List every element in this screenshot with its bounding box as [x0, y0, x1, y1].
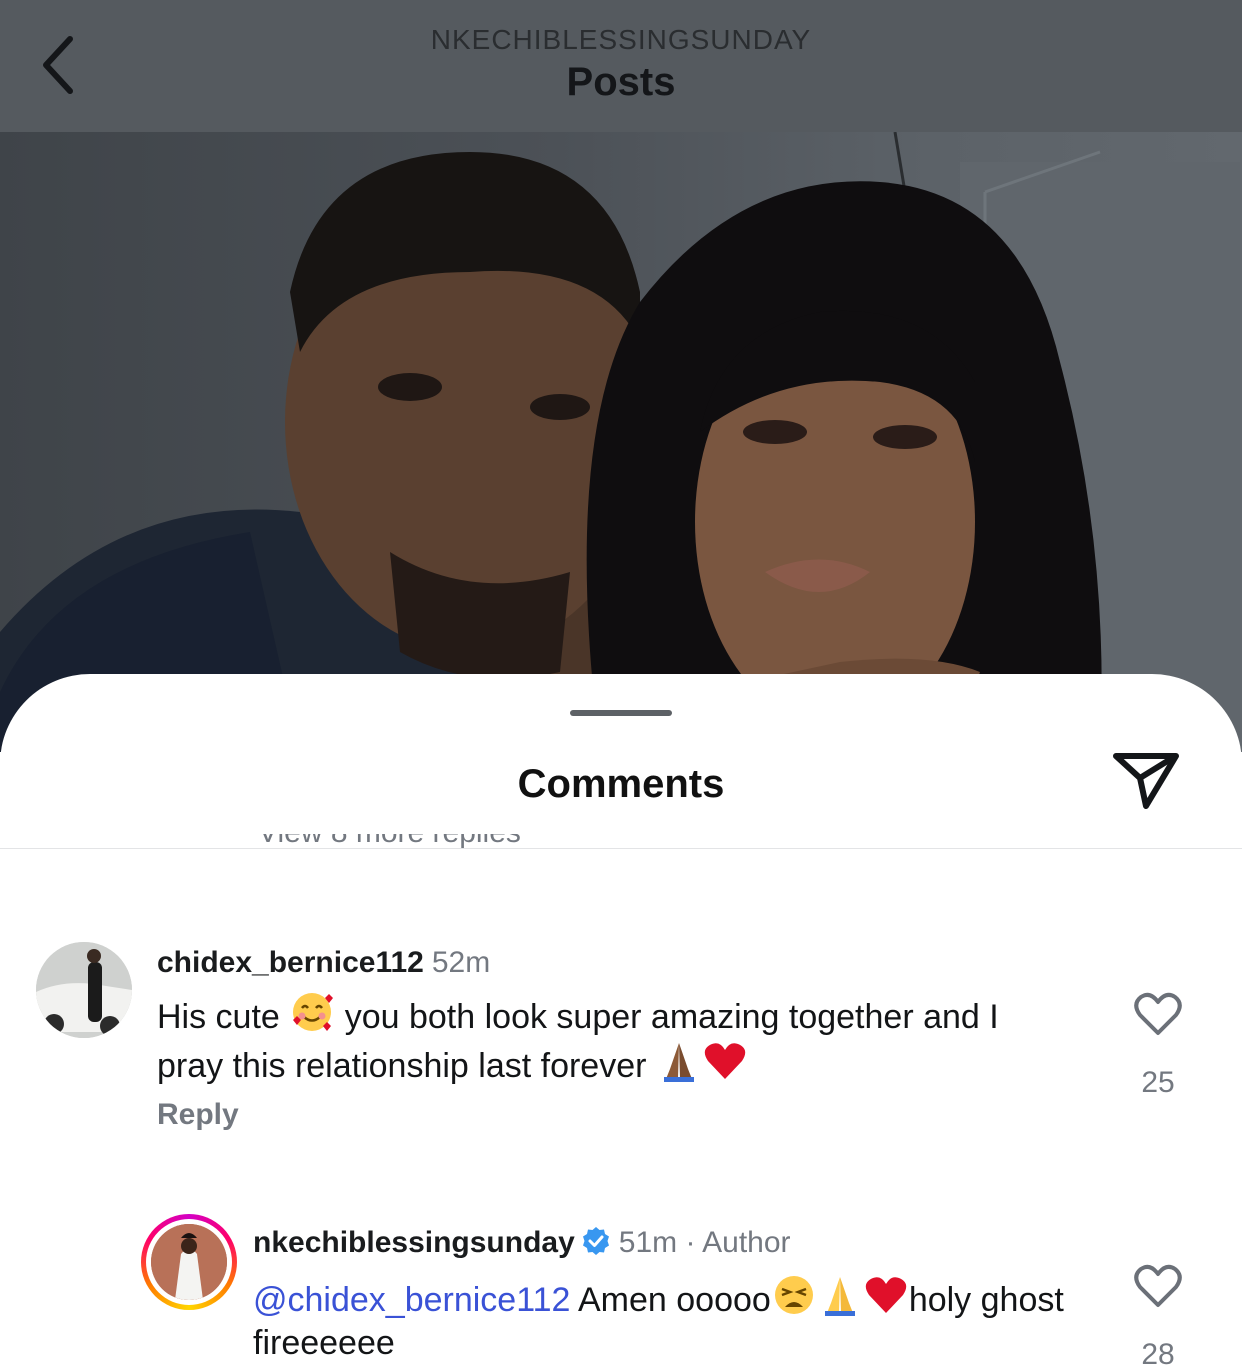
like-count: 25 — [1141, 1066, 1175, 1099]
avatar[interactable] — [36, 942, 132, 1038]
mention-link[interactable]: @chidex_bernice112 — [253, 1281, 570, 1319]
view-more-replies-text: View 8 more replies — [258, 834, 521, 848]
page-title: Posts — [566, 60, 676, 104]
comment-item: chidex_bernice112 52m His cute you both l… — [0, 930, 1242, 1150]
comments-title: Comments — [517, 762, 725, 806]
comment-reply-item: nkechiblessingsunday 51m · Author @chide… — [0, 1210, 1242, 1370]
sheet-divider — [0, 848, 1242, 849]
top-navigation-bar: NKECHIBLESSINGSUNDAY Posts — [0, 0, 1242, 132]
author-badge: Author — [702, 1226, 791, 1259]
folded-hands-icon — [663, 1043, 694, 1082]
share-send-icon — [1113, 753, 1179, 809]
share-button[interactable] — [1108, 748, 1184, 814]
comment-text: @chidex_bernice112 Amen ooooo holy ghost… — [253, 1273, 1083, 1365]
like-count: 28 — [1141, 1338, 1175, 1370]
post-photo-illustration — [0, 132, 1240, 752]
avatar-image — [36, 942, 132, 1038]
folded-hands-icon — [824, 1277, 855, 1316]
comment-text-part1: Amen ooooo — [570, 1281, 771, 1319]
comment-header: nkechiblessingsunday 51m · Author — [253, 1226, 791, 1260]
like-button[interactable] — [1132, 990, 1184, 1038]
weary-face-icon — [774, 1276, 813, 1314]
heart-outline-icon — [1134, 992, 1182, 1035]
comment-header: chidex_bernice112 52m — [157, 946, 490, 980]
view-more-replies-clipped[interactable]: View 8 more replies — [0, 834, 1242, 848]
like-button[interactable] — [1132, 1262, 1184, 1310]
avatar-story-ring[interactable] — [141, 1214, 237, 1310]
reply-button[interactable]: Reply — [157, 1098, 239, 1132]
avatar-image — [151, 1224, 227, 1300]
verified-badge-icon — [582, 1227, 609, 1255]
sheet-drag-handle[interactable] — [570, 710, 672, 716]
heart-outline-icon — [1134, 1264, 1182, 1307]
smiling-face-with-hearts-icon — [293, 993, 334, 1031]
comment-text: His cute you both look super amazing tog… — [157, 990, 1037, 1088]
comment-username[interactable]: nkechiblessingsunday — [253, 1226, 575, 1259]
comment-timestamp: 51m — [618, 1226, 678, 1259]
comment-timestamp: 52m — [431, 946, 491, 979]
comment-text-part2: you both look super amazing together and… — [157, 998, 999, 1085]
comment-separator: · — [677, 1226, 703, 1259]
comment-text-part1: His cute — [157, 998, 280, 1036]
comment-username[interactable]: chidex_bernice112 — [157, 946, 424, 979]
post-photo[interactable] — [0, 132, 1242, 752]
red-heart-icon — [704, 1043, 746, 1079]
profile-username: NKECHIBLESSINGSUNDAY — [430, 24, 812, 55]
red-heart-icon — [865, 1277, 907, 1313]
